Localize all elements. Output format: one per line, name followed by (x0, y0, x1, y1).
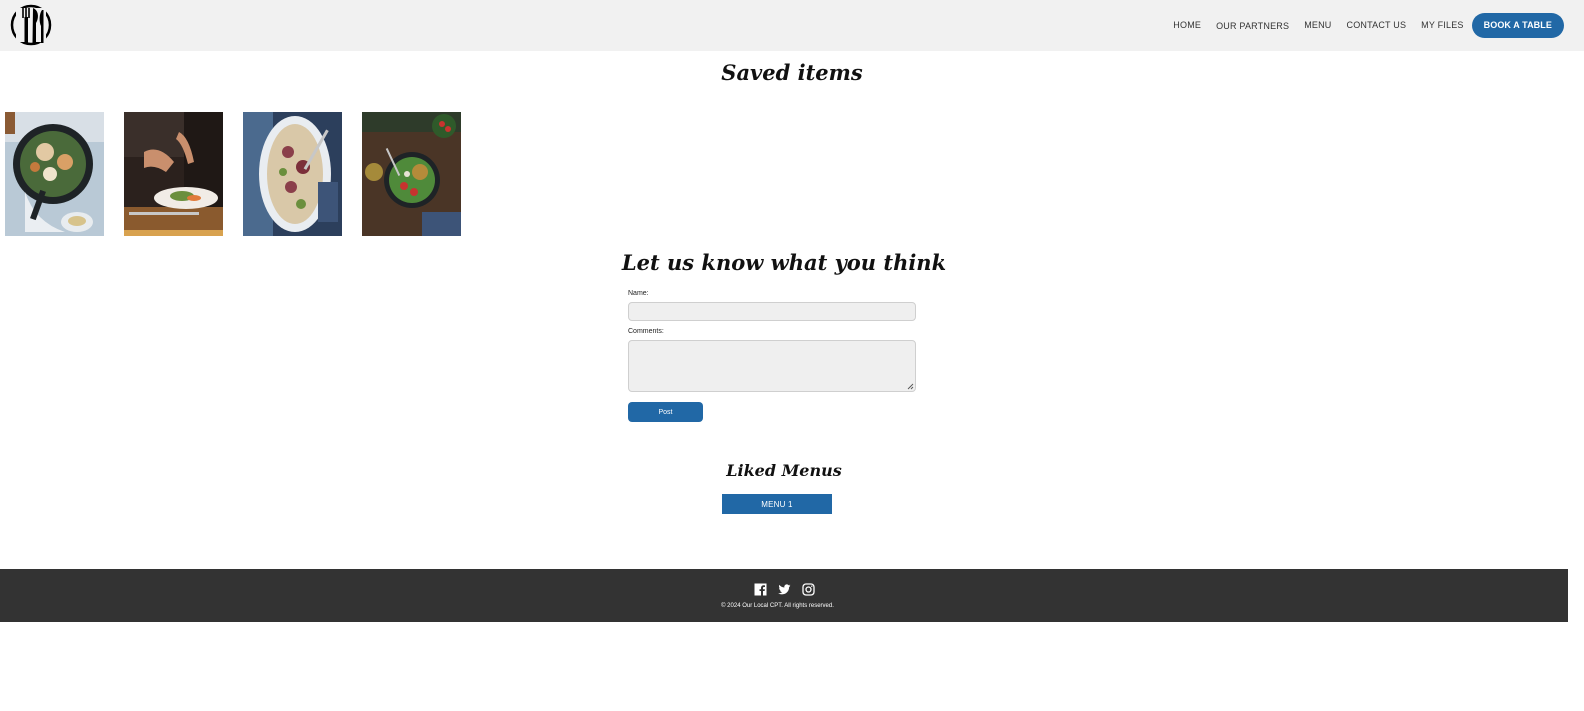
salad-bowl-photo (362, 112, 461, 236)
name-label: Name: (628, 290, 649, 297)
nav-contact-us[interactable]: CONTACT US (1347, 20, 1407, 30)
pasta-platter-photo (243, 112, 342, 236)
facebook-icon[interactable] (754, 583, 767, 596)
comments-textarea[interactable] (628, 340, 916, 392)
feedback-title: Let us know what you think (621, 250, 947, 275)
skillet-dish-photo (5, 112, 104, 236)
resize-grip-icon[interactable] (906, 382, 914, 390)
saved-gallery (5, 112, 481, 236)
liked-menu-button[interactable]: MENU 1 (722, 494, 832, 514)
nav-our-partners[interactable]: OUR PARTNERS (1216, 21, 1289, 31)
logo[interactable] (10, 4, 52, 46)
feedback-form: Name: Comments: Post (628, 290, 916, 422)
twitter-icon[interactable] (777, 583, 791, 596)
saved-items-title: Saved items (721, 60, 863, 85)
instagram-icon[interactable] (801, 583, 815, 596)
chef-plating-photo (124, 112, 223, 236)
saved-image-salad[interactable] (362, 112, 461, 236)
site-footer: © 2024 Our Local CPT. All rights reserve… (0, 569, 1568, 622)
social-links (0, 583, 1568, 596)
saved-image-chef[interactable] (124, 112, 223, 236)
site-header: HOME OUR PARTNERS MENU CONTACT US MY FIL… (0, 0, 1584, 51)
copyright-text: © 2024 Our Local CPT. All rights reserve… (721, 603, 834, 609)
nav-menu[interactable]: MENU (1304, 20, 1331, 30)
name-input[interactable] (628, 302, 916, 321)
saved-image-pasta[interactable] (243, 112, 342, 236)
liked-menus-title: Liked Menus (726, 461, 842, 480)
post-button[interactable]: Post (628, 402, 703, 422)
nav-home[interactable]: HOME (1173, 20, 1201, 30)
main-nav: HOME OUR PARTNERS MENU CONTACT US MY FIL… (1158, 12, 1564, 38)
comments-label: Comments: (628, 328, 664, 335)
nav-my-files[interactable]: MY FILES (1421, 20, 1463, 30)
saved-image-skillet[interactable] (5, 112, 104, 236)
cutlery-logo-icon (10, 4, 52, 46)
book-a-table-button[interactable]: BOOK A TABLE (1471, 12, 1564, 38)
